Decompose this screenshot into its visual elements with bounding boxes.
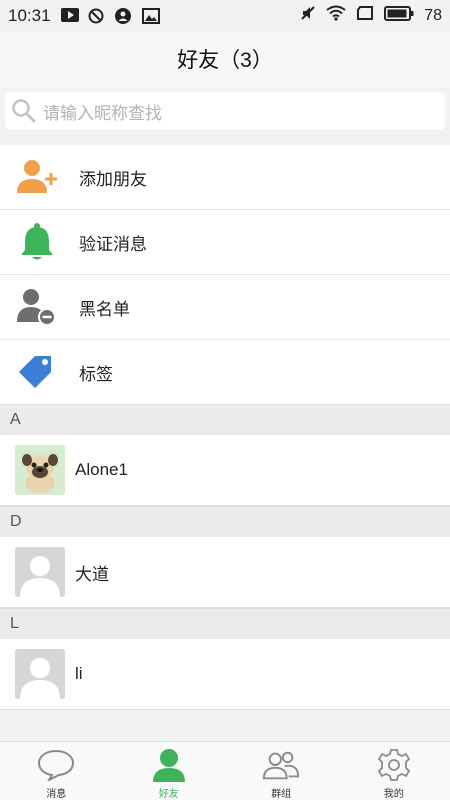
- friend-menu: 添加朋友 验证消息 黑名单 标签: [0, 145, 450, 405]
- mute-icon: [300, 5, 316, 26]
- tab-label: 群组: [271, 789, 292, 800]
- battery-icon: [384, 5, 414, 26]
- menu-item-label: 添加朋友: [79, 169, 147, 189]
- tab-groups[interactable]: 群组: [225, 742, 338, 800]
- search-bar: 请输入昵称查找: [0, 87, 450, 137]
- gear-icon: [375, 748, 413, 782]
- contact-row-li[interactable]: li: [0, 639, 450, 710]
- section-letter: D: [10, 513, 22, 530]
- tab-label: 我的: [383, 789, 404, 800]
- block-user-icon: [15, 285, 59, 329]
- menu-item-verify-messages[interactable]: 验证消息: [0, 210, 450, 275]
- group-icon: [262, 748, 300, 782]
- default-avatar-icon: [15, 649, 65, 699]
- search-placeholder: 请输入昵称查找: [43, 103, 162, 123]
- section-header-a: A: [0, 404, 450, 435]
- contact-name: Alone1: [75, 460, 128, 479]
- menu-item-tags[interactable]: 标签: [0, 340, 450, 405]
- wifi-icon: [326, 5, 346, 26]
- contact-row-dadao[interactable]: 大道: [0, 537, 450, 608]
- menu-item-add-friend[interactable]: 添加朋友: [0, 145, 450, 210]
- page-title-bar: 好友（3）: [0, 31, 450, 87]
- section-header-d: D: [0, 506, 450, 537]
- menu-item-label: 验证消息: [79, 234, 147, 254]
- tab-messages[interactable]: 消息: [0, 742, 113, 800]
- menu-item-label: 黑名单: [79, 299, 130, 319]
- contact-name: 大道: [75, 564, 109, 584]
- chat-bubble-icon: [37, 748, 75, 782]
- bell-icon: [15, 220, 59, 264]
- account-icon: [114, 7, 133, 24]
- menu-item-blacklist[interactable]: 黑名单: [0, 275, 450, 340]
- search-icon: [11, 98, 37, 124]
- page-title: 好友（3）: [177, 49, 273, 72]
- sim-icon: [356, 6, 374, 25]
- person-icon: [150, 748, 188, 782]
- play-icon: [60, 7, 79, 24]
- tab-friends[interactable]: 好友: [113, 742, 226, 800]
- tab-me[interactable]: 我的: [338, 742, 450, 800]
- contact-name: li: [75, 664, 83, 683]
- battery-level: 78: [424, 6, 442, 24]
- section-letter: A: [10, 411, 21, 428]
- tab-label: 好友: [158, 789, 179, 800]
- section-header-l: L: [0, 608, 450, 639]
- search-input[interactable]: 请输入昵称查找: [5, 92, 445, 130]
- tag-icon: [15, 350, 59, 394]
- image-icon: [141, 7, 160, 24]
- status-bar: 10:31 78: [0, 0, 450, 31]
- tab-label: 消息: [46, 789, 67, 800]
- blocked-icon: [88, 8, 106, 24]
- status-time: 10:31: [8, 5, 51, 25]
- pug-avatar: [15, 445, 65, 495]
- bottom-tab-bar: 消息 好友 群组 我的: [0, 741, 450, 800]
- section-letter: L: [10, 615, 19, 632]
- menu-item-label: 标签: [79, 364, 113, 384]
- add-friend-icon: [15, 155, 59, 199]
- default-avatar-icon: [15, 547, 65, 597]
- contact-row-alone1[interactable]: Alone1: [0, 435, 450, 506]
